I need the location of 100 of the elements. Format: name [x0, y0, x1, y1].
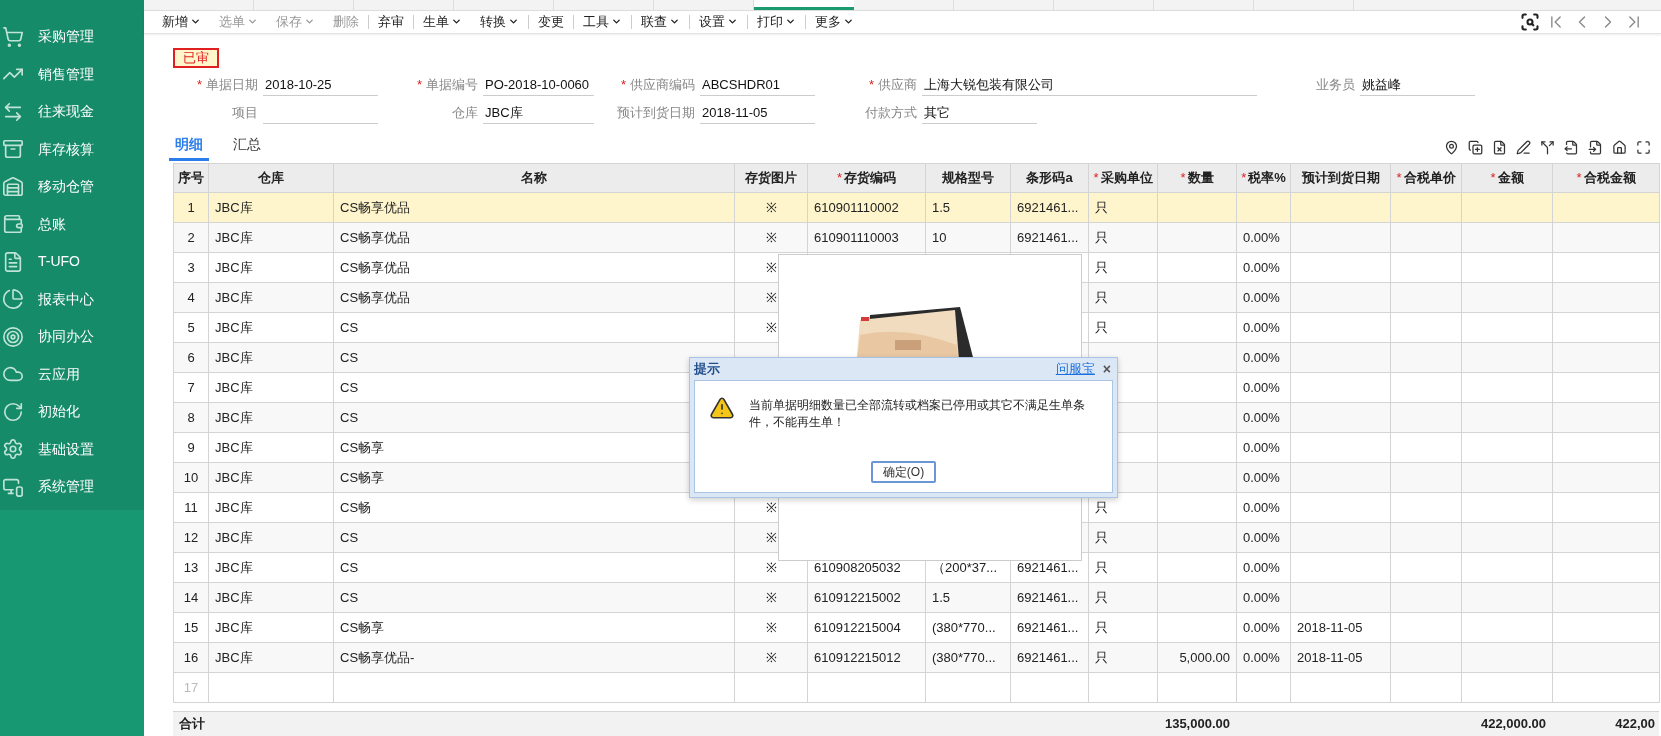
sidebar-item[interactable]: T-UFO [0, 243, 144, 281]
table-cell: 0.00% [1243, 379, 1280, 395]
table-cell: 0.00% [1243, 259, 1280, 275]
column-header: 合税金额 [1583, 170, 1636, 186]
copy-icon[interactable] [1468, 140, 1483, 155]
import-icon[interactable] [1588, 140, 1603, 155]
sidebar-item[interactable]: 初始化 [0, 393, 144, 431]
toolbar-button[interactable]: 弃审 [369, 12, 413, 32]
toolbar-button[interactable]: 新增 [153, 12, 210, 32]
table-cell: 只 [1095, 619, 1108, 635]
input-field[interactable]: 姚益峰 [1360, 74, 1475, 96]
sidebar-item[interactable]: 报表中心 [0, 280, 144, 318]
image-mark: ※ [765, 319, 777, 335]
detail-tab[interactable]: 汇总 [227, 134, 267, 161]
table-cell: CS畅享优品 [340, 229, 411, 245]
table-cell: 14 [183, 589, 199, 605]
table-cell: 2018-11-05 [1297, 649, 1363, 665]
export-icon[interactable] [1564, 140, 1579, 155]
table-cell: 只 [1095, 499, 1108, 515]
help-link[interactable]: 问服宝 [1055, 359, 1095, 379]
edit-icon[interactable] [1516, 140, 1531, 155]
sidebar-item[interactable]: 库存核算 [0, 130, 144, 168]
table-cell: 15 [183, 619, 199, 635]
field-label: 供应商编码 [630, 76, 695, 95]
input-field[interactable]: JBC库 [483, 102, 594, 124]
table-cell: CS [340, 349, 359, 365]
table-row[interactable]: 14 JBC库 CS ※ 610912215002 1.5 6921461... 只 0.00% [173, 582, 1660, 613]
table-cell: 0.00% [1243, 289, 1280, 305]
required-mark: * [1093, 170, 1099, 186]
table-cell: JBC库 [215, 589, 253, 605]
table-cell: JBC库 [215, 199, 253, 215]
input-field[interactable]: PO-2018-10-0060 [483, 74, 594, 96]
delete-icon[interactable] [1492, 140, 1507, 155]
table-cell: 6921461... [1017, 649, 1079, 665]
sidebar-item[interactable]: 基础设置 [0, 430, 144, 468]
sidebar-item[interactable]: 采购管理 [0, 18, 144, 56]
search-icon[interactable] [1520, 11, 1540, 32]
pin-icon[interactable] [1444, 140, 1459, 155]
sidebar-item[interactable]: 系统管理 [0, 468, 144, 506]
document-icon [2, 250, 24, 273]
input-field[interactable]: ABCSHDR01 [700, 74, 815, 96]
input-field[interactable]: 2018-10-25 [263, 74, 378, 96]
table-row[interactable]: 1 JBC库 CS畅享优品 ※ 610901110002 1.5 6921461... 只 [173, 192, 1660, 223]
table-cell: 0.00% [1243, 409, 1280, 425]
table-row[interactable]: 16 JBC库 CS畅享优品- ※ 610912215012 (380*770... 6921461... 只 5,000.00 0.00% 2018-11-05 [173, 642, 1660, 673]
input-field[interactable]: 2018-11-05 [700, 102, 815, 124]
document-tab[interactable] [754, 0, 854, 10]
table-cell: CS畅享优品 [340, 259, 411, 275]
image-mark: ※ [765, 529, 777, 545]
fullscreen-icon[interactable] [1636, 140, 1651, 155]
table-cell: 0.00% [1243, 559, 1280, 575]
toolbar-button[interactable]: 设置 [690, 12, 747, 32]
sidebar-item[interactable]: 协同办公 [0, 318, 144, 356]
input-field[interactable]: 其它 [922, 102, 1037, 124]
sidebar-item[interactable]: 往来现金 [0, 93, 144, 131]
table-cell: JBC库 [215, 319, 253, 335]
table-cell: 只 [1095, 199, 1108, 215]
toolbar-button[interactable]: 变更 [529, 12, 573, 32]
table-cell: JBC库 [215, 499, 253, 515]
sidebar-item[interactable]: 总账 [0, 205, 144, 243]
table-row[interactable]: 15 JBC库 CS畅享 ※ 610912215004 (380*770... 6921461... 只 0.00% 2018-11-05 [173, 612, 1660, 643]
table-cell: CS畅享 [340, 439, 385, 455]
status-badge: 已审 [173, 48, 219, 68]
table-cell: 6921461... [1017, 619, 1079, 635]
toolbar-button[interactable]: 转换 [471, 12, 528, 32]
table-cell: 13 [183, 559, 199, 575]
table-cell: 610908205032 [814, 559, 901, 575]
toolbar-button[interactable]: 打印 [748, 12, 805, 32]
ok-button[interactable]: 确定(O) [870, 461, 937, 483]
column-header: 金额 [1497, 170, 1524, 186]
table-cell: 8 [187, 409, 195, 425]
toolbar-button[interactable]: 生单 [414, 12, 471, 32]
image-mark: ※ [765, 559, 777, 575]
table-cell: CS [340, 529, 359, 545]
table-cell: 0.00% [1243, 319, 1280, 335]
split-icon[interactable] [1540, 140, 1555, 155]
table-cell: JBC库 [215, 559, 253, 575]
toolbar-button[interactable]: 工具 [574, 12, 631, 32]
table-cell: JBC库 [215, 349, 253, 365]
sidebar-item[interactable]: 云应用 [0, 355, 144, 393]
table-cell: 6 [187, 349, 195, 365]
image-mark: ※ [765, 499, 777, 515]
sidebar-item[interactable]: 销售管理 [0, 55, 144, 93]
toolbar-button[interactable]: 联查 [632, 12, 689, 32]
table-cell: JBC库 [215, 259, 253, 275]
table-cell: JBC库 [215, 409, 253, 425]
toolbar-button[interactable]: 更多 [806, 12, 863, 32]
home-icon[interactable] [1612, 140, 1627, 155]
close-button[interactable]: × [1102, 362, 1111, 376]
column-header: 税率% [1248, 170, 1286, 186]
table-cell: 0.00% [1243, 589, 1280, 605]
dialog-title: 提示 [694, 360, 720, 379]
required-mark: * [620, 76, 626, 95]
image-mark: ※ [765, 589, 777, 605]
table-row[interactable]: 2 JBC库 CS畅享优品 ※ 610901110003 10 6921461... 只 0.00% [173, 222, 1660, 253]
input-field[interactable]: 上海大锐包装有限公司 [922, 74, 1257, 96]
sidebar-item[interactable]: 移动仓管 [0, 168, 144, 206]
table-cell: 610901110003 [814, 229, 899, 245]
table-cell: JBC库 [215, 439, 253, 455]
table-cell: 1 [187, 199, 195, 215]
